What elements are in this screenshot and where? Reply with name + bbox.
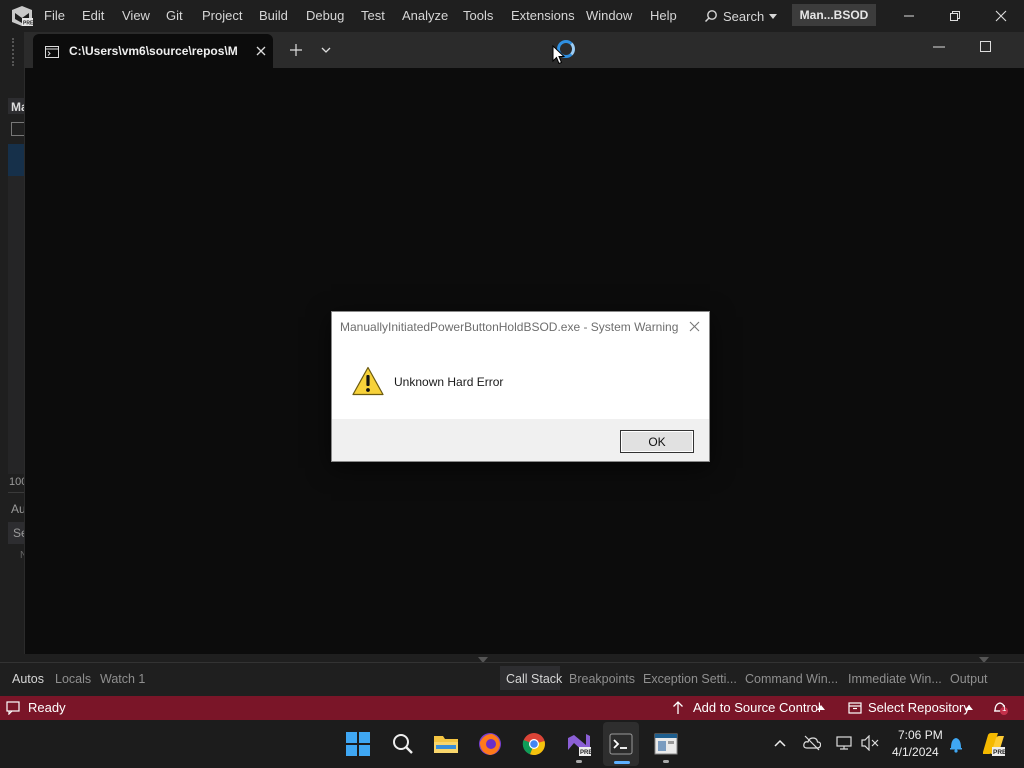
notification-center-bell-icon[interactable]: [948, 735, 964, 753]
chrome-button[interactable]: [520, 730, 548, 758]
status-text: Ready: [28, 700, 66, 715]
file-explorer-button[interactable]: [432, 730, 460, 758]
menu-help[interactable]: Help: [650, 8, 677, 23]
terminal-tab-bar: C:\Users\vm6\source\repos\M: [25, 32, 1024, 68]
close-icon: [995, 10, 1007, 22]
solution-explorer-strip: Ma 100 Au Se N: [0, 32, 28, 662]
tab-exception-settings[interactable]: Exception Setti...: [643, 672, 737, 686]
visual-studio-logo-icon[interactable]: PRE: [10, 5, 34, 27]
running-indicator: [576, 760, 582, 763]
window-app-icon: [654, 733, 678, 755]
svg-text:PRE: PRE: [23, 21, 34, 27]
mouse-cursor-icon: [552, 45, 566, 65]
tab-watch-1[interactable]: Watch 1: [100, 672, 145, 686]
tab-output[interactable]: Output: [950, 672, 988, 686]
search-icon: [393, 734, 413, 754]
vs-restore-button[interactable]: [932, 0, 978, 32]
clock-time[interactable]: 7:06 PM: [898, 728, 943, 742]
vs-close-button[interactable]: [978, 0, 1024, 32]
tab-breakpoints[interactable]: Breakpoints: [569, 672, 635, 686]
grip-handle[interactable]: [12, 38, 16, 66]
windows-taskbar: PRE 7:06 PM 4/1/2024 PRE: [0, 720, 1024, 768]
menu-window[interactable]: Window: [586, 8, 632, 23]
search-label: Search: [723, 8, 765, 24]
onedrive-cloud-icon[interactable]: [803, 735, 821, 751]
menu-view[interactable]: View: [122, 8, 150, 23]
menu-tools[interactable]: Tools: [463, 8, 493, 23]
tab-autos[interactable]: Autos: [12, 672, 44, 686]
menu-project[interactable]: Project: [202, 8, 242, 23]
taskbar-search-button[interactable]: [389, 730, 417, 758]
terminal-taskbar-button[interactable]: [607, 730, 635, 758]
warning-icon: [352, 366, 384, 396]
chrome-icon: [522, 733, 545, 756]
select-repository-button[interactable]: Select Repository: [868, 700, 970, 715]
system-warning-dialog: ManuallyInitiatedPowerButtonHoldBSOD.exe…: [331, 311, 710, 462]
svg-text:PRE: PRE: [580, 750, 592, 756]
notification-count: 1: [1002, 704, 1007, 713]
divider: [0, 662, 1024, 663]
windows-logo-icon: [346, 732, 370, 756]
status-ready-icon: [6, 701, 20, 715]
menu-extensions[interactable]: Extensions: [511, 8, 575, 23]
chevron-down-icon: [769, 13, 778, 19]
menu-debug[interactable]: Debug: [306, 8, 344, 23]
solution-name-badge[interactable]: Man...BSOD: [792, 4, 876, 26]
caret-up-icon: [965, 705, 973, 710]
status-bar: Ready Add to Source Control Select Repos…: [0, 696, 1024, 720]
menu-file[interactable]: File: [44, 8, 65, 23]
app-window-taskbar-button[interactable]: [652, 730, 680, 758]
firefox-icon: [479, 733, 501, 755]
tab-command-window[interactable]: Command Win...: [745, 672, 838, 686]
visual-studio-icon: PRE: [568, 734, 592, 756]
copilot-icon[interactable]: PRE: [979, 732, 1005, 756]
terminal-maximize-icon[interactable]: [980, 41, 991, 52]
arrow-up-icon: [673, 701, 683, 714]
show-hidden-icons-icon[interactable]: [774, 739, 786, 747]
restore-icon: [950, 11, 960, 21]
clock-date[interactable]: 4/1/2024: [892, 745, 939, 759]
dialog-button-area: OK: [332, 419, 709, 461]
start-button[interactable]: [344, 730, 372, 758]
dialog-message: Unknown Hard Error: [394, 375, 504, 389]
menu-edit[interactable]: Edit: [82, 8, 104, 23]
debug-tool-tabs: Autos Locals Watch 1 Call Stack Breakpoi…: [0, 662, 1024, 696]
menu-build[interactable]: Build: [259, 8, 288, 23]
running-indicator: [663, 760, 669, 763]
menu-analyze[interactable]: Analyze: [402, 8, 448, 23]
close-tab-icon[interactable]: [256, 46, 266, 56]
active-indicator: [614, 761, 630, 764]
tab-locals[interactable]: Locals: [55, 672, 91, 686]
dialog-title: ManuallyInitiatedPowerButtonHoldBSOD.exe…: [340, 320, 679, 334]
volume-muted-icon[interactable]: [861, 735, 879, 751]
ok-button[interactable]: OK: [620, 430, 694, 453]
svg-text:PRE: PRE: [993, 749, 1005, 756]
terminal-tab-title: C:\Users\vm6\source\repos\M: [69, 44, 237, 58]
firefox-button[interactable]: [476, 730, 504, 758]
close-icon: [689, 321, 699, 331]
menu-bar: PRE File Edit View Git Project Build Deb…: [0, 0, 1024, 32]
dropdown-chevron-icon[interactable]: [321, 47, 331, 53]
add-to-source-control-button[interactable]: Add to Source Control: [693, 700, 821, 715]
terminal-tab[interactable]: C:\Users\vm6\source\repos\M: [33, 34, 273, 68]
search-icon: [704, 10, 717, 23]
repository-icon: [848, 702, 862, 714]
menu-test[interactable]: Test: [361, 8, 385, 23]
terminal-icon: [609, 733, 633, 755]
search-box[interactable]: Search: [704, 6, 778, 26]
new-tab-icon[interactable]: [290, 44, 302, 56]
terminal-minimize-icon[interactable]: [933, 46, 945, 48]
folder-icon: [434, 736, 458, 753]
network-icon[interactable]: [836, 735, 852, 751]
caret-up-icon: [817, 705, 825, 710]
tab-immediate-window[interactable]: Immediate Win...: [848, 672, 942, 686]
menu-git[interactable]: Git: [166, 8, 183, 23]
console-icon: [45, 46, 59, 58]
dialog-close-button[interactable]: [684, 316, 704, 336]
vs-minimize-button[interactable]: [886, 0, 932, 32]
visual-studio-taskbar-button[interactable]: PRE: [565, 730, 593, 758]
tab-call-stack[interactable]: Call Stack: [506, 672, 562, 686]
minimize-icon: [904, 15, 914, 17]
